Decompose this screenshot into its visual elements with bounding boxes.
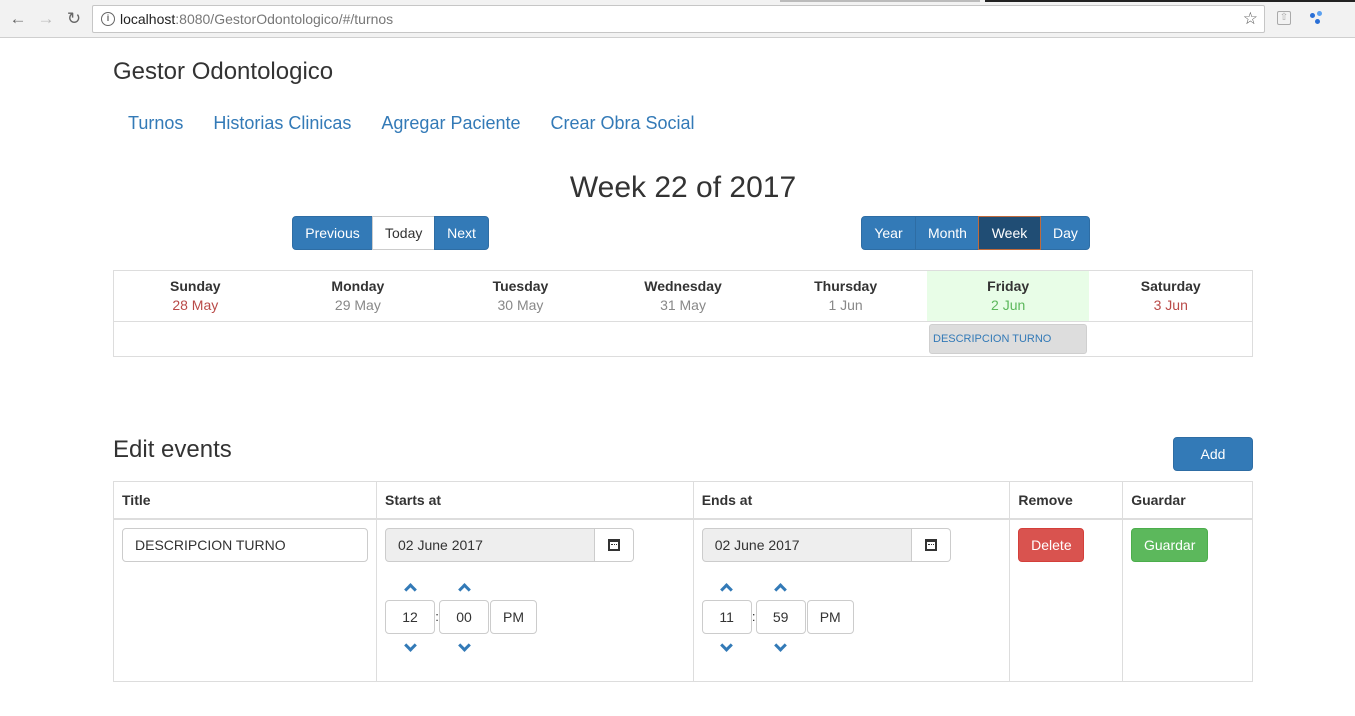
start-hour-down-icon[interactable] [385, 634, 435, 656]
end-calendar-button[interactable] [911, 527, 951, 562]
start-timepicker: 12 : 00 PM [385, 578, 537, 656]
event-title-input[interactable]: DESCRIPCION TURNO [122, 527, 368, 562]
ends-cell: 02 June 2017 11 : 59 PM [692, 518, 1011, 682]
day-date: 1 Jun [828, 297, 863, 313]
bookmark-star-icon[interactable]: ☆ [1243, 9, 1258, 29]
column-remove: Remove [1009, 481, 1124, 520]
end-timepicker: 11 : 59 PM [701, 578, 854, 656]
day-friday[interactable]: Friday 2 Jun [926, 271, 1090, 321]
end-hour-input[interactable]: 11 [701, 599, 752, 634]
day-wednesday[interactable]: Wednesday 31 May [602, 271, 765, 321]
back-arrow-icon[interactable]: ← [8, 9, 28, 29]
delete-button[interactable]: Delete [1018, 527, 1085, 562]
week-days-header: Sunday 28 May Monday 29 May Tuesday 30 May … [114, 271, 1252, 322]
url-text: localhost:8080/GestorOdontologico/#/turn… [120, 11, 394, 27]
calendar-event-label[interactable]: DESCRIPCION TURNO [933, 333, 1051, 345]
calendar-event[interactable]: DESCRIPCION TURNO [929, 324, 1087, 354]
guardar-cell: Guardar [1122, 518, 1253, 682]
start-calendar-button[interactable] [595, 527, 634, 562]
next-button[interactable]: Next [434, 216, 489, 250]
add-new-button[interactable]: Add new [1173, 437, 1253, 494]
day-name: Sunday [170, 278, 221, 294]
start-minute-up-icon[interactable] [439, 578, 489, 600]
start-minute-input[interactable]: 00 [439, 599, 489, 634]
column-ends-at: Ends at [692, 481, 1011, 520]
nav-crear-obra-social[interactable]: Crear Obra Social [536, 111, 710, 135]
calendar-icon [924, 538, 937, 551]
day-date: 30 May [497, 297, 544, 313]
end-date-input[interactable]: 02 June 2017 [701, 527, 912, 562]
day-date: 29 May [334, 297, 381, 313]
view-week-button[interactable]: Week [978, 216, 1041, 250]
column-starts-at: Starts at [376, 481, 694, 520]
day-name: Tuesday [492, 278, 549, 294]
view-day-button[interactable]: Day [1040, 216, 1090, 250]
events-table: Title Starts at Ends at Remove Guardar D… [113, 481, 1253, 682]
day-tuesday[interactable]: Tuesday 30 May [439, 271, 602, 321]
app-brand: Gestor Odontologico [113, 58, 334, 85]
day-name: Wednesday [644, 278, 722, 294]
site-info-icon[interactable]: i [101, 12, 115, 26]
today-button[interactable]: Today [372, 216, 435, 250]
column-guardar: Guardar [1122, 481, 1253, 520]
previous-button[interactable]: Previous [292, 216, 373, 250]
day-name: Friday [987, 278, 1030, 294]
calendar-view-group: Year Month Week Day [861, 216, 1090, 250]
end-meridian-button[interactable]: PM [806, 599, 854, 634]
table-row: DESCRIPCION TURNO 02 June 2017 12: 00 P… [113, 518, 1253, 682]
day-monday[interactable]: Monday 29 May [277, 271, 440, 321]
reload-icon[interactable]: ↻ [64, 9, 84, 29]
calendar-nav-group: Previous Today Next [292, 216, 489, 250]
title-cell: DESCRIPCION TURNO [113, 518, 377, 682]
day-date: 3 Jun [1153, 297, 1188, 313]
start-date-group: 02 June 2017 [385, 527, 685, 562]
column-title: Title [113, 481, 377, 520]
end-hour-down-icon[interactable] [702, 634, 752, 656]
day-date: 28 May [172, 297, 219, 313]
day-thursday[interactable]: Thursday 1 Jun [764, 271, 927, 321]
tab-strip-edge-dark [985, 0, 1355, 2]
extension-dots-icon[interactable] [1310, 11, 1324, 25]
start-meridian-button[interactable]: PM [490, 599, 537, 634]
extension-icon[interactable]: ⇧ [1277, 11, 1291, 25]
nav-agregar-paciente[interactable]: Agregar Paciente [366, 111, 535, 135]
day-name: Saturday [1140, 278, 1201, 294]
forward-arrow-icon[interactable]: → [36, 9, 56, 29]
tab-strip-edge [780, 0, 980, 2]
day-date: 2 Jun [991, 297, 1026, 313]
calendar-icon [608, 538, 620, 551]
starts-cell: 02 June 2017 12 : 00 PM [376, 518, 694, 682]
day-date: 31 May [660, 297, 706, 313]
end-minute-input[interactable]: 59 [755, 599, 806, 634]
week-view: Sunday 28 May Monday 29 May Tuesday 30 May … [113, 270, 1253, 357]
day-name: Thursday [814, 278, 878, 294]
nav-historias-clinicas[interactable]: Historias Clinicas [198, 111, 366, 135]
guardar-button[interactable]: Guardar [1131, 527, 1209, 562]
start-minute-down-icon[interactable] [439, 634, 489, 656]
view-year-button[interactable]: Year [861, 216, 916, 250]
calendar-title: Week 22 of 2017 [569, 171, 797, 204]
start-hour-input[interactable]: 12 [385, 599, 435, 634]
day-name: Monday [331, 278, 385, 294]
end-date-group: 02 June 2017 [701, 527, 1002, 562]
view-month-button[interactable]: Month [915, 216, 979, 250]
edit-events-title: Edit events [113, 436, 232, 463]
events-table-header: Title Starts at Ends at Remove Guardar [113, 481, 1253, 520]
browser-toolbar: ← → ↻ i localhost:8080/GestorOdontologic… [0, 0, 1355, 38]
end-minute-up-icon[interactable] [756, 578, 806, 600]
end-minute-down-icon[interactable] [756, 634, 806, 656]
start-date-input[interactable]: 02 June 2017 [385, 527, 595, 562]
start-hour-up-icon[interactable] [385, 578, 435, 600]
main-nav: Turnos Historias Clinicas Agregar Pacien… [113, 111, 710, 135]
address-bar[interactable]: i localhost:8080/GestorOdontologico/#/tu… [92, 5, 1265, 33]
day-saturday[interactable]: Saturday 3 Jun [1089, 271, 1252, 321]
end-hour-up-icon[interactable] [702, 578, 752, 600]
remove-cell: Delete [1009, 518, 1124, 682]
nav-turnos[interactable]: Turnos [113, 111, 198, 135]
day-sunday[interactable]: Sunday 28 May [114, 271, 277, 321]
